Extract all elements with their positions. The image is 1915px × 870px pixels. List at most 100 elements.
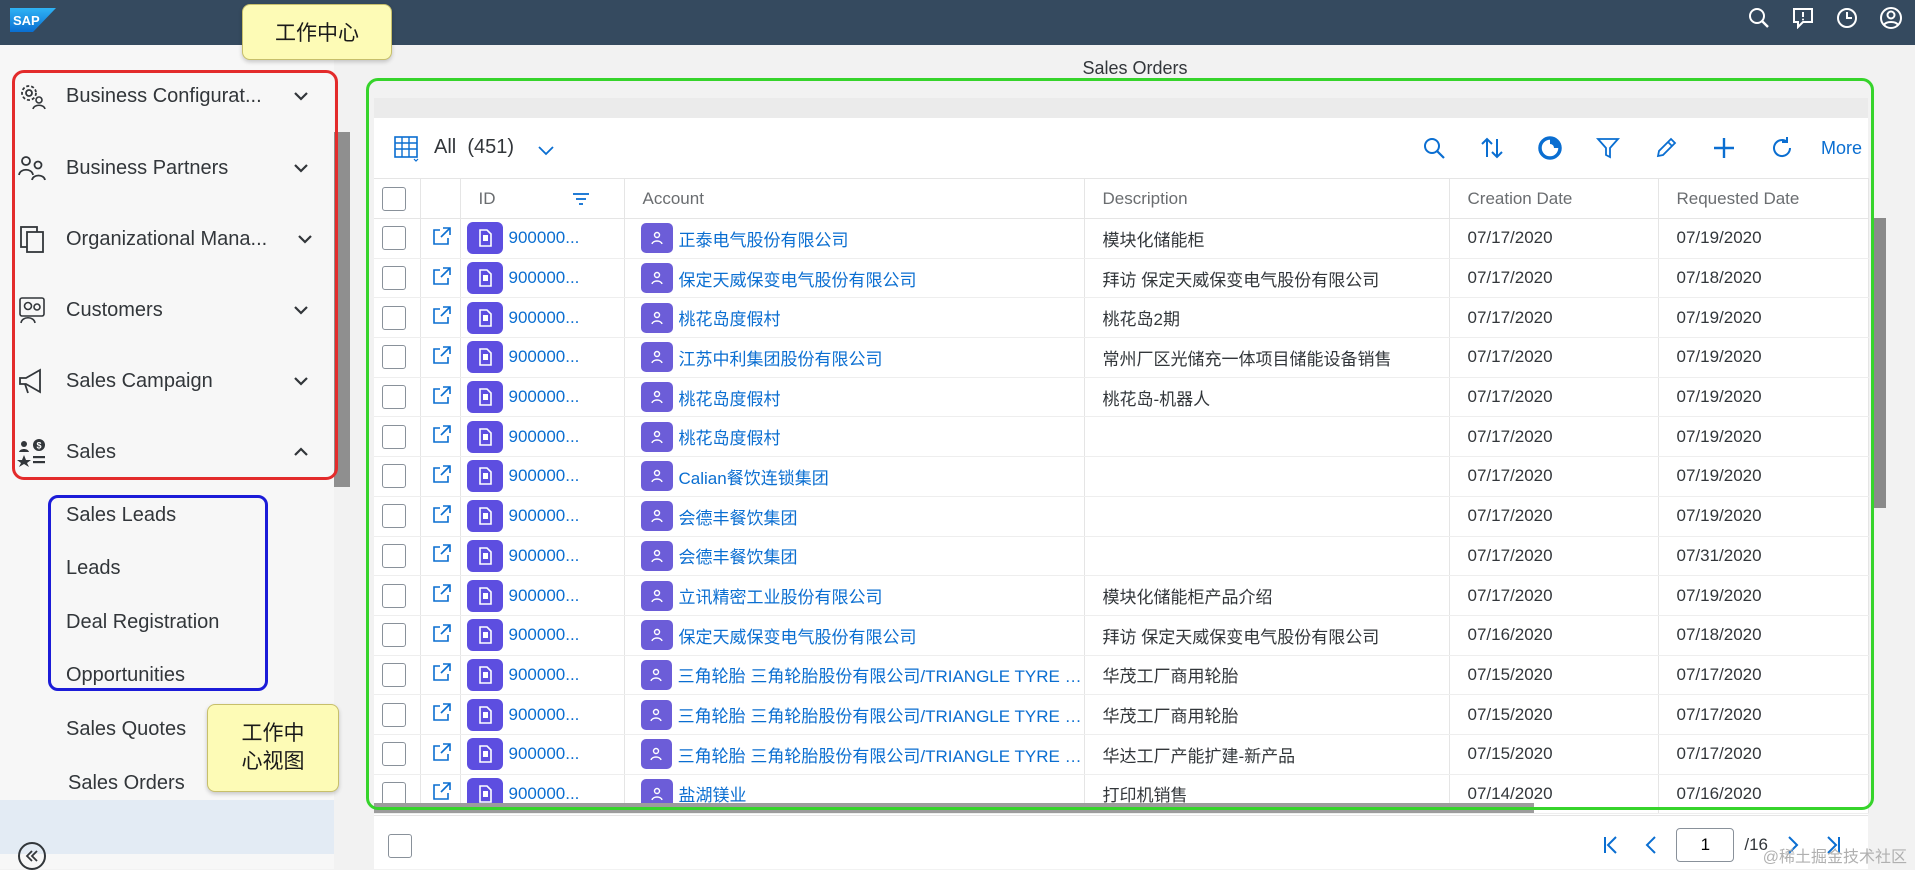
open-in-new-icon[interactable] (431, 346, 453, 370)
open-in-new-icon[interactable] (431, 306, 453, 330)
account-link[interactable]: 三角轮胎 三角轮胎股份有限公司/TRIANGLE TYRE CO. (678, 662, 1083, 687)
sales-order-id-link[interactable]: 900000... (509, 665, 580, 685)
sales-order-id-link[interactable]: 900000... (509, 586, 580, 606)
edit-button[interactable] (1637, 132, 1695, 164)
row-checkbox[interactable] (382, 345, 406, 370)
open-in-new-icon[interactable] (431, 504, 453, 529)
table-row[interactable]: 900000... 会德丰餐饮集团 07/17/2020 07/19/2020 (374, 496, 1869, 537)
nav-group-sales[interactable]: $ Sales (16, 432, 321, 472)
account-link[interactable]: 正泰电气股份有限公司 (679, 226, 849, 251)
page-number-input[interactable] (1676, 828, 1735, 862)
table-view-icon[interactable] (392, 134, 420, 162)
collapse-sidebar-button[interactable] (18, 842, 46, 870)
table-row[interactable]: 900000... 桃花岛度假村 07/17/2020 07/19/2020 (374, 416, 1869, 458)
filter-button[interactable] (1579, 132, 1637, 164)
account-link[interactable]: 桃花岛度假村 (679, 305, 781, 330)
feedback-icon[interactable] (1791, 6, 1815, 30)
footer-select-checkbox[interactable] (388, 834, 412, 858)
row-checkbox[interactable] (382, 583, 406, 608)
sales-order-id-link[interactable]: 900000... (509, 308, 580, 328)
sales-order-id-link[interactable]: 900000... (509, 744, 580, 764)
nav-group-business-configuration[interactable]: Business Configurat... (16, 76, 321, 116)
account-link[interactable]: 会德丰餐饮集团 (679, 504, 798, 529)
refresh-button[interactable] (1753, 132, 1811, 164)
sales-order-id-link[interactable]: 900000... (509, 427, 580, 447)
table-row[interactable]: 900000... 三角轮胎 三角轮胎股份有限公司/TRIANGLE TYRE C… (374, 734, 1869, 775)
account-link[interactable]: 三角轮胎 三角轮胎股份有限公司/TRIANGLE TYRE CO. (678, 702, 1083, 727)
row-checkbox[interactable] (382, 662, 406, 687)
sales-order-id-link[interactable]: 900000... (509, 268, 580, 288)
column-header-id[interactable]: ID (460, 178, 625, 219)
sidebar-item-leads[interactable]: Leads (66, 557, 121, 580)
sidebar-item-sales-orders[interactable]: Sales Orders (68, 772, 185, 795)
nav-group-sales-campaign[interactable]: Sales Campaign (16, 361, 321, 401)
sales-order-id-link[interactable]: 900000... (509, 228, 580, 248)
account-link[interactable]: 江苏中利集团股份有限公司 (679, 345, 883, 370)
sales-order-id-link[interactable]: 900000... (509, 387, 580, 407)
table-row[interactable]: 900000... Calian餐饮连锁集团 07/17/2020 07/19/202… (374, 456, 1869, 497)
sales-order-id-link[interactable]: 900000... (509, 705, 580, 725)
account-link[interactable]: 三角轮胎 三角轮胎股份有限公司/TRIANGLE TYRE CO. (678, 742, 1083, 767)
account-link[interactable]: 保定天威保变电气股份有限公司 (679, 623, 917, 648)
open-in-new-icon[interactable] (431, 227, 453, 251)
table-row[interactable]: 900000... 保定天威保变电气股份有限公司 拜访 保定天威保变电气股份有限公司… (374, 258, 1869, 299)
nav-group-customers[interactable]: Customers (16, 290, 321, 330)
table-row[interactable]: 900000... 江苏中利集团股份有限公司 常州厂区光储充一体项目储能设备销售 07… (374, 337, 1869, 378)
row-checkbox[interactable] (382, 543, 406, 568)
account-link[interactable]: 桃花岛度假村 (679, 424, 781, 449)
chevron-down-icon[interactable] (536, 140, 556, 160)
user-icon[interactable] (1879, 6, 1903, 30)
row-checkbox[interactable] (382, 266, 406, 291)
table-row[interactable]: 900000... 正泰电气股份有限公司 模块化储能柜 07/17/2020 07/19… (374, 218, 1869, 259)
sales-order-id-link[interactable]: 900000... (509, 625, 580, 645)
select-all-checkbox[interactable] (382, 186, 406, 211)
row-checkbox[interactable] (382, 623, 406, 648)
table-row[interactable]: 900000... 三角轮胎 三角轮胎股份有限公司/TRIANGLE TYRE C… (374, 655, 1869, 696)
table-row[interactable]: 900000... 桃花岛度假村 桃花岛2期 07/17/2020 07/19/2020 (374, 297, 1869, 339)
sidebar-item-sales-leads[interactable]: Sales Leads (66, 504, 176, 527)
group-button[interactable] (1521, 132, 1579, 164)
table-horizontal-scrollbar[interactable] (374, 803, 1534, 813)
open-in-new-icon[interactable] (431, 584, 453, 608)
sort-button[interactable] (1463, 132, 1521, 164)
open-in-new-icon[interactable] (431, 703, 453, 727)
row-checkbox[interactable] (382, 702, 406, 727)
open-in-new-icon[interactable] (431, 623, 453, 648)
table-row[interactable]: 900000... 保定天威保变电气股份有限公司 拜访 保定天威保变电气股份有限公司… (374, 615, 1869, 656)
history-icon[interactable] (1835, 6, 1859, 30)
table-row[interactable]: 900000... 三角轮胎 三角轮胎股份有限公司/TRIANGLE TYRE C… (374, 694, 1869, 735)
open-in-new-icon[interactable] (431, 544, 453, 568)
column-header-account[interactable]: Account (624, 178, 1085, 219)
nav-group-organizational-management[interactable]: Organizational Mana... (16, 219, 321, 259)
row-checkbox[interactable] (382, 305, 406, 330)
sidebar-item-deal-registration[interactable]: Deal Registration (66, 611, 219, 634)
row-checkbox[interactable] (382, 464, 406, 489)
open-in-new-icon[interactable] (431, 385, 453, 410)
more-button[interactable]: More (1811, 138, 1868, 159)
open-in-new-icon[interactable] (431, 266, 453, 291)
first-page-button[interactable] (1596, 830, 1626, 860)
account-link[interactable]: 保定天威保变电气股份有限公司 (679, 266, 917, 291)
sidebar-item-sales-quotes[interactable]: Sales Quotes (66, 718, 186, 741)
sales-order-id-link[interactable]: 900000... (509, 466, 580, 486)
account-link[interactable]: 桃花岛度假村 (679, 385, 781, 410)
sap-logo[interactable]: SAP (10, 8, 56, 32)
column-header-description[interactable]: Description (1084, 178, 1450, 219)
open-in-new-icon[interactable] (431, 742, 453, 767)
open-in-new-icon[interactable] (431, 465, 453, 489)
open-in-new-icon[interactable] (431, 425, 453, 449)
row-checkbox[interactable] (382, 742, 406, 767)
sales-order-id-link[interactable]: 900000... (509, 784, 580, 804)
sidebar-scrollbar[interactable] (334, 132, 350, 487)
table-row[interactable]: 900000... 立讯精密工业股份有限公司 模块化储能柜产品介绍 07/17/202… (374, 575, 1869, 616)
sales-order-id-link[interactable]: 900000... (509, 347, 580, 367)
view-selector-label[interactable]: All (451) (434, 136, 514, 159)
table-vertical-scrollbar[interactable] (1872, 218, 1886, 508)
row-checkbox[interactable] (382, 504, 406, 529)
add-button[interactable] (1695, 132, 1753, 164)
row-checkbox[interactable] (382, 424, 406, 449)
row-checkbox[interactable] (382, 226, 406, 251)
previous-page-button[interactable] (1636, 830, 1666, 860)
open-in-new-icon[interactable] (431, 663, 453, 687)
search-icon[interactable] (1747, 6, 1771, 30)
